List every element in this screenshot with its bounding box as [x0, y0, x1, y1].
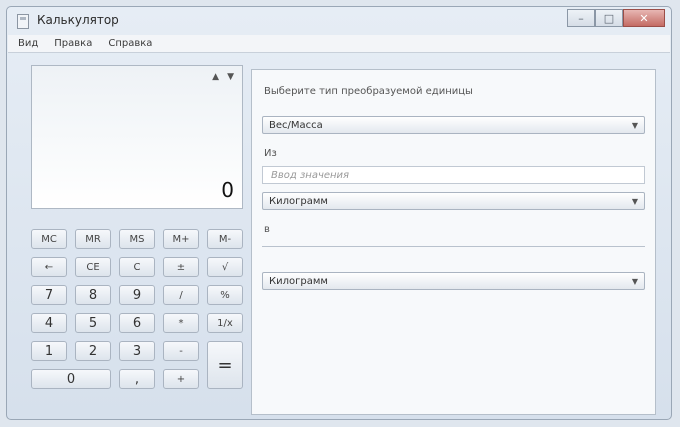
key-reciprocal[interactable]: 1/x [207, 313, 243, 333]
key-plus[interactable]: + [163, 369, 199, 389]
from-label: Из [264, 148, 277, 159]
key-backspace[interactable]: ← [31, 257, 67, 277]
key-7[interactable]: 7 [31, 285, 67, 305]
calculator-body: ▲ ▼ 0 MC MR MS M+ M- ← CE C ± √ 7 8 9 / … [13, 59, 667, 415]
window-controls: – □ ✕ [567, 9, 665, 27]
key-sqrt[interactable]: √ [207, 257, 243, 277]
key-0[interactable]: 0 [31, 369, 111, 389]
key-1[interactable]: 1 [31, 341, 67, 361]
key-multiply[interactable]: * [163, 313, 199, 333]
maximize-button[interactable]: □ [595, 9, 623, 27]
key-9[interactable]: 9 [119, 285, 155, 305]
from-unit-value: Килограмм [269, 195, 328, 207]
key-c[interactable]: C [119, 257, 155, 277]
value-input[interactable]: Ввод значения [262, 166, 645, 184]
converter-prompt: Выберите тип преобразуемой единицы [264, 86, 473, 97]
key-mr[interactable]: MR [75, 229, 111, 249]
menu-bar: Вид Правка Справка [8, 35, 670, 53]
close-button[interactable]: ✕ [623, 9, 665, 27]
menu-help[interactable]: Справка [108, 38, 152, 49]
chevron-down-icon: ▼ [631, 121, 638, 130]
calculator-app-icon [17, 14, 29, 29]
menu-edit[interactable]: Правка [54, 38, 92, 49]
key-decimal[interactable]: , [119, 369, 155, 389]
history-down-icon[interactable]: ▼ [227, 72, 234, 82]
to-unit-value: Килограмм [269, 275, 328, 287]
key-ms[interactable]: MS [119, 229, 155, 249]
history-arrows: ▲ ▼ [212, 72, 234, 82]
from-unit-select[interactable]: Килограмм ▼ [262, 192, 645, 210]
key-minus[interactable]: - [163, 341, 199, 361]
title-bar: Калькулятор – □ ✕ [7, 7, 671, 35]
key-3[interactable]: 3 [119, 341, 155, 361]
key-2[interactable]: 2 [75, 341, 111, 361]
menu-view[interactable]: Вид [18, 38, 38, 49]
to-unit-select[interactable]: Килограмм ▼ [262, 272, 645, 290]
key-4[interactable]: 4 [31, 313, 67, 333]
unit-type-value: Вес/Масса [269, 119, 323, 131]
chevron-down-icon: ▼ [631, 197, 638, 206]
key-8[interactable]: 8 [75, 285, 111, 305]
unit-type-select[interactable]: Вес/Масса ▼ [262, 116, 645, 134]
result-field [262, 246, 645, 247]
to-label: в [264, 224, 270, 235]
key-5[interactable]: 5 [75, 313, 111, 333]
window-title: Калькулятор [37, 13, 119, 27]
key-equals[interactable]: = [207, 341, 243, 389]
display-value: 0 [221, 178, 234, 202]
calculator-window: Калькулятор – □ ✕ Вид Правка Справка ▲ ▼… [6, 6, 672, 420]
key-m-minus[interactable]: M- [207, 229, 243, 249]
minimize-button[interactable]: – [567, 9, 595, 27]
key-m-plus[interactable]: M+ [163, 229, 199, 249]
history-up-icon[interactable]: ▲ [212, 72, 219, 82]
unit-converter-panel: Выберите тип преобразуемой единицы Вес/М… [251, 69, 656, 415]
key-percent[interactable]: % [207, 285, 243, 305]
key-ce[interactable]: CE [75, 257, 111, 277]
key-plus-minus[interactable]: ± [163, 257, 199, 277]
key-6[interactable]: 6 [119, 313, 155, 333]
chevron-down-icon: ▼ [631, 277, 638, 286]
key-divide[interactable]: / [163, 285, 199, 305]
display: ▲ ▼ 0 [31, 65, 243, 209]
key-mc[interactable]: MC [31, 229, 67, 249]
